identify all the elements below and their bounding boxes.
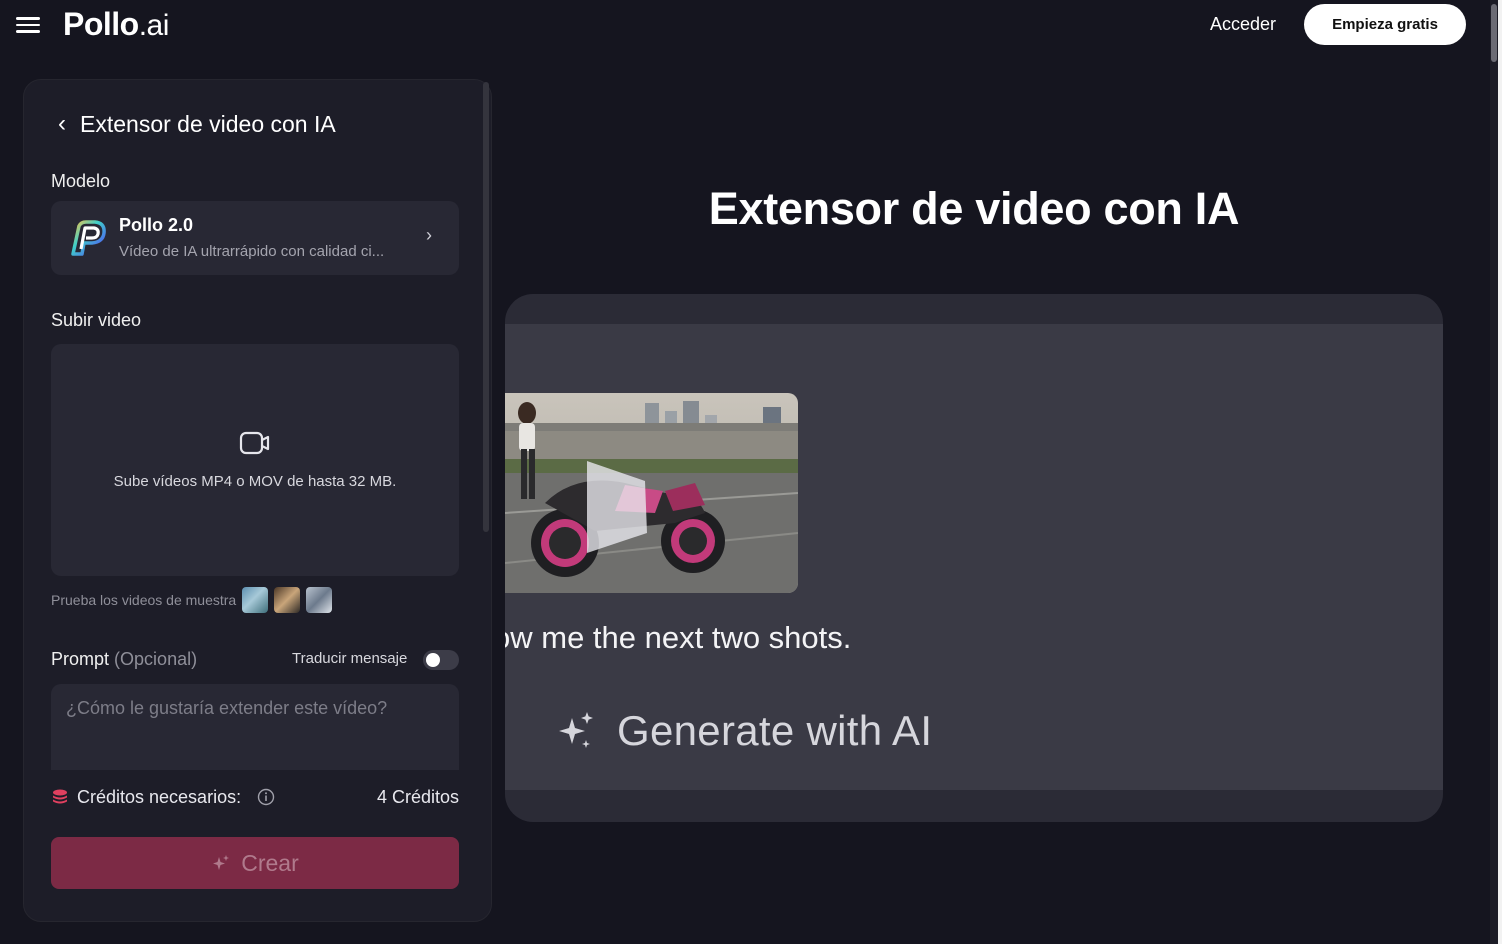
signin-link[interactable]: Acceder: [1210, 14, 1276, 35]
logo[interactable]: Pollo.ai: [63, 6, 169, 43]
create-button[interactable]: Crear: [51, 837, 459, 889]
logo-suffix: .ai: [138, 9, 170, 42]
window-edge: [1498, 0, 1502, 944]
prompt-label: Prompt (Opcional): [51, 649, 197, 670]
menu-icon[interactable]: [16, 14, 40, 36]
sample-videos-row: Prueba los videos de muestra: [51, 586, 333, 614]
create-label: Crear: [241, 849, 299, 876]
coins-icon: [53, 789, 67, 804]
model-label: Modelo: [51, 171, 111, 191]
demo-video-thumbnail[interactable]: [505, 393, 798, 593]
upload-label: Subir video: [51, 310, 142, 330]
panel-header: ‹ Extensor de video con IA: [58, 110, 336, 138]
demo-preview: ow me the next two shots. Generate with …: [505, 294, 1443, 822]
info-icon[interactable]: [257, 788, 275, 806]
sample-video-thumb[interactable]: [306, 587, 333, 613]
page-scrollbar-thumb[interactable]: [1491, 4, 1497, 62]
prompt-optional-text: (Opcional): [114, 649, 198, 669]
video-upload-dropzone[interactable]: Sube vídeos MP4 o MOV de hasta 32 MB.: [51, 344, 459, 576]
top-bar: Pollo.ai Acceder Empieza gratis: [0, 0, 1490, 52]
prompt-label-text: Prompt: [51, 649, 110, 669]
sample-video-thumb[interactable]: [242, 587, 269, 613]
model-name: Pollo 2.0: [119, 215, 194, 235]
model-selector[interactable]: Pollo 2.0 Vídeo de IA ultrarrápido con c…: [51, 201, 459, 275]
sparkle-icon: [213, 855, 230, 870]
sample-video-thumb[interactable]: [274, 587, 301, 613]
credits-label: Créditos necesarios:: [77, 787, 242, 807]
credits-value: 4 Créditos: [376, 787, 459, 807]
credits-row: Créditos necesarios: 4 Créditos: [51, 786, 459, 810]
panel-scrollbar[interactable]: [483, 82, 489, 532]
sparkle-icon: [559, 712, 593, 748]
motorcycle-video-image: [505, 393, 798, 593]
upload-hint: Sube vídeos MP4 o MOV de hasta 32 MB.: [113, 473, 397, 490]
logo-main: Pollo: [63, 6, 139, 42]
page-scrollbar[interactable]: [1490, 0, 1498, 944]
generate-text: Generate with AI: [617, 707, 933, 754]
chevron-left-icon[interactable]: ‹: [58, 110, 66, 138]
panel-title: Extensor de video con IA: [80, 110, 336, 137]
pollo-model-icon: [71, 220, 106, 256]
generate-with-ai-label: Generate with AI: [555, 707, 932, 755]
demo-prompt-text: ow me the next two shots.: [505, 620, 852, 655]
samples-text: Prueba los videos de muestra: [51, 592, 237, 608]
model-description: Vídeo de IA ultrarrápido con calidad ci.…: [119, 243, 385, 260]
start-free-button[interactable]: Empieza gratis: [1304, 4, 1466, 45]
translate-label: Traducir mensaje: [292, 650, 408, 667]
chevron-right-icon: ›: [426, 225, 432, 245]
toggle-knob: [426, 653, 440, 667]
page-title: Extensor de video con IA: [708, 183, 1240, 234]
prompt-input[interactable]: [51, 684, 459, 770]
demo-canvas: ow me the next two shots. Generate with …: [505, 324, 1443, 790]
video-camera-icon: [239, 431, 270, 455]
translate-toggle[interactable]: [423, 650, 459, 670]
